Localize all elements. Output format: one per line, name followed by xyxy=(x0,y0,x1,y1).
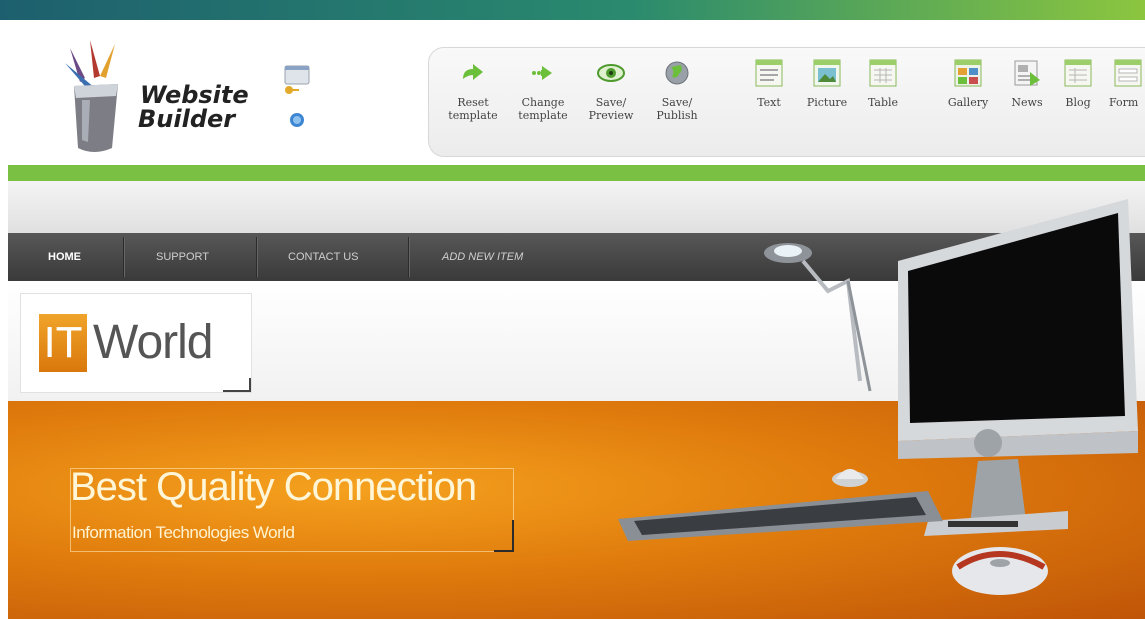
toolbar-label: Publish xyxy=(656,109,698,122)
app-logo[interactable]: Website Builder xyxy=(60,38,260,158)
change-template-button[interactable]: Change template xyxy=(513,56,573,122)
table-block-icon xyxy=(866,56,900,90)
toolbar-label: Form xyxy=(1109,96,1139,109)
text-block-button[interactable]: Text xyxy=(747,56,791,109)
reset-template-button[interactable]: Reset template xyxy=(443,56,503,122)
gallery-block-icon xyxy=(951,56,985,90)
key-window-icon[interactable] xyxy=(284,65,310,94)
corner-accent xyxy=(494,520,514,552)
form-block-button[interactable]: Form xyxy=(1109,56,1145,109)
picture-block-icon xyxy=(810,56,844,90)
toolbar-label: Change xyxy=(521,96,565,109)
globe-icon xyxy=(660,56,694,90)
corner-accent xyxy=(223,378,251,392)
builder-header: Website Builder Reset template Change te… xyxy=(0,20,1145,165)
form-block-icon xyxy=(1111,56,1145,90)
toolbar-label: template xyxy=(448,109,498,122)
nav-separator xyxy=(123,237,124,277)
slogan-title: Best Quality Connection xyxy=(70,465,477,509)
nav-item-support[interactable]: SUPPORT xyxy=(156,233,209,281)
toolbar-label: News xyxy=(1011,96,1043,109)
blog-block-icon xyxy=(1061,56,1095,90)
blog-block-button[interactable]: Blog xyxy=(1059,56,1097,109)
monitor-icon xyxy=(898,199,1138,536)
nav-item-contact-us[interactable]: CONTACT US xyxy=(288,233,359,281)
it-world-logo[interactable]: IT World xyxy=(20,293,252,393)
top-color-stripe xyxy=(0,0,1145,20)
toolbar-label: Save/ xyxy=(661,96,693,109)
slogan-subtitle: Information Technologies World xyxy=(72,523,295,542)
green-divider-bar xyxy=(8,165,1145,181)
logo-line-builder: Builder xyxy=(138,105,236,133)
eye-icon xyxy=(594,56,628,90)
nav-item-add-new-item[interactable]: ADD NEW ITEM xyxy=(442,233,523,281)
website-preview: HOME SUPPORT CONTACT US ADD NEW ITEM IT … xyxy=(8,181,1145,619)
logo-it-block: IT xyxy=(39,314,87,372)
arrow-right-icon xyxy=(456,56,490,90)
side-icons xyxy=(282,62,312,152)
logo-world-text: World xyxy=(93,316,213,369)
toolbar-label: Table xyxy=(867,96,899,109)
save-publish-button[interactable]: Save/ Publish xyxy=(647,56,707,122)
news-block-button[interactable]: News xyxy=(1007,56,1047,109)
builder-toolbar: Reset template Change template Save/ Pre… xyxy=(428,47,1145,157)
news-block-icon xyxy=(1010,56,1044,90)
toolbar-label: Blog xyxy=(1065,96,1091,109)
text-block-icon xyxy=(752,56,786,90)
nav-separator xyxy=(256,237,257,277)
picture-block-button[interactable]: Picture xyxy=(801,56,853,109)
computer-illustration xyxy=(618,199,1138,595)
dotted-arrow-icon xyxy=(526,56,560,90)
save-preview-button[interactable]: Save/ Preview xyxy=(581,56,641,122)
toolbar-label: template xyxy=(518,109,568,122)
keyboard-icon xyxy=(618,491,943,541)
toolbar-label: Reset xyxy=(457,96,489,109)
mouse-icon xyxy=(952,547,1048,595)
table-block-button[interactable]: Table xyxy=(859,56,907,109)
app-logo-text: Website Builder xyxy=(138,81,249,133)
toolbar-label: Gallery xyxy=(947,96,989,109)
toolbar-label: Preview xyxy=(588,109,634,122)
toolbar-label: Picture xyxy=(806,96,848,109)
paint-bucket-brushes-icon xyxy=(65,40,118,152)
toolbar-label: Save/ xyxy=(595,96,627,109)
nav-item-home[interactable]: HOME xyxy=(48,233,81,281)
help-info-icon[interactable] xyxy=(290,113,304,127)
desk-lamp-icon xyxy=(764,243,872,487)
nav-separator xyxy=(408,237,409,277)
toolbar-label: Text xyxy=(757,96,781,109)
gallery-block-button[interactable]: Gallery xyxy=(941,56,995,109)
logo-line-website: Website xyxy=(140,81,249,109)
